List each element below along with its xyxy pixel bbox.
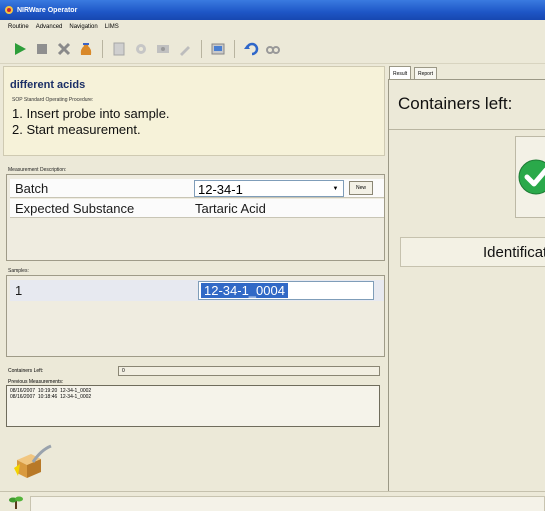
samples-label: Samples: — [8, 268, 29, 274]
settings-icon[interactable] — [131, 39, 151, 59]
substance-value: Tartaric Acid — [195, 201, 266, 216]
probe-panel — [6, 432, 385, 490]
sample-number: 1 — [15, 283, 23, 298]
status-field — [30, 496, 545, 511]
result-tab-panel: Containers left: Identification — [388, 79, 545, 491]
window-title: NIRWare Operator — [17, 6, 78, 14]
containers-left-label: Containers Left: — [8, 368, 44, 374]
tools-icon[interactable] — [175, 39, 195, 59]
sample-bag-icon[interactable] — [76, 39, 96, 59]
samples-box: 1 12-34-1_0004 — [6, 275, 385, 357]
substance-label: Expected Substance — [15, 201, 135, 216]
menu-routine[interactable]: Routine — [8, 24, 29, 30]
toolbar — [0, 34, 545, 64]
containers-left-title: Containers left: — [398, 94, 513, 113]
configure-icon[interactable] — [153, 39, 173, 59]
sop-label: SOP Standard Operating Procedure: — [12, 97, 94, 103]
containers-left-field: 0 — [118, 366, 380, 376]
menu-bar: Routine Advanced Navigation LIMS — [0, 20, 545, 34]
app-icon — [5, 6, 13, 14]
identification-button[interactable]: Identification — [400, 237, 545, 267]
sample-row[interactable]: 1 12-34-1_0004 — [10, 280, 384, 301]
new-batch-button[interactable]: New — [349, 181, 373, 195]
menu-lims[interactable]: LIMS — [105, 24, 119, 30]
measurement-description-label: Measurement Description: — [8, 167, 67, 173]
toolbar-separator — [234, 39, 235, 58]
chevron-down-icon[interactable]: ▼ — [330, 183, 341, 194]
batch-select[interactable]: 12-34-1 ▼ — [194, 180, 344, 197]
tab-result[interactable]: Result — [389, 66, 412, 80]
plant-icon — [9, 496, 23, 509]
play-icon[interactable] — [10, 39, 30, 59]
checkmark-icon — [518, 159, 545, 195]
sample-id-input[interactable]: 12-34-1_0004 — [198, 281, 374, 300]
sop-panel: different acids SOP Standard Operating P… — [3, 66, 385, 156]
sample-id-value: 12-34-1_0004 — [201, 283, 288, 298]
probe-icon — [14, 444, 52, 478]
previous-measurements-list: 08/16/2007 10:19:20 12-34-1_0002 08/16/2… — [6, 385, 380, 427]
divider — [389, 129, 545, 130]
procedure-title: different acids — [10, 79, 86, 91]
menu-navigation[interactable]: Navigation — [69, 24, 97, 30]
toolbar-separator — [201, 39, 202, 58]
list-item: 08/16/2007 10:18:46 12-34-1_0002 — [10, 394, 92, 400]
left-panel: different acids SOP Standard Operating P… — [3, 66, 385, 491]
substance-row: Expected Substance Tartaric Acid — [10, 199, 384, 218]
identification-label: Identification — [483, 244, 545, 261]
ok-status-area — [515, 136, 545, 218]
sop-step: 2. Start measurement. — [12, 122, 141, 137]
cancel-icon[interactable] — [54, 39, 74, 59]
view-icon[interactable] — [263, 39, 283, 59]
undo-icon[interactable] — [241, 39, 261, 59]
batch-label: Batch — [15, 181, 49, 196]
sop-step: 1. Insert probe into sample. — [12, 106, 170, 121]
stop-icon[interactable] — [32, 39, 52, 59]
title-bar: NIRWare Operator — [0, 0, 545, 20]
toolbar-separator — [102, 39, 103, 58]
status-bar — [0, 491, 545, 511]
measurement-description-box: Batch 12-34-1 ▼ New Expected Substance T… — [6, 174, 385, 261]
export-icon[interactable] — [208, 39, 228, 59]
menu-advanced[interactable]: Advanced — [36, 24, 63, 30]
tab-report[interactable]: Report — [414, 67, 438, 79]
right-panel: Result Report Containers left: Identific… — [388, 66, 545, 491]
document-icon[interactable] — [109, 39, 129, 59]
batch-row: Batch 12-34-1 ▼ New — [10, 179, 384, 198]
batch-value: 12-34-1 — [198, 182, 243, 197]
